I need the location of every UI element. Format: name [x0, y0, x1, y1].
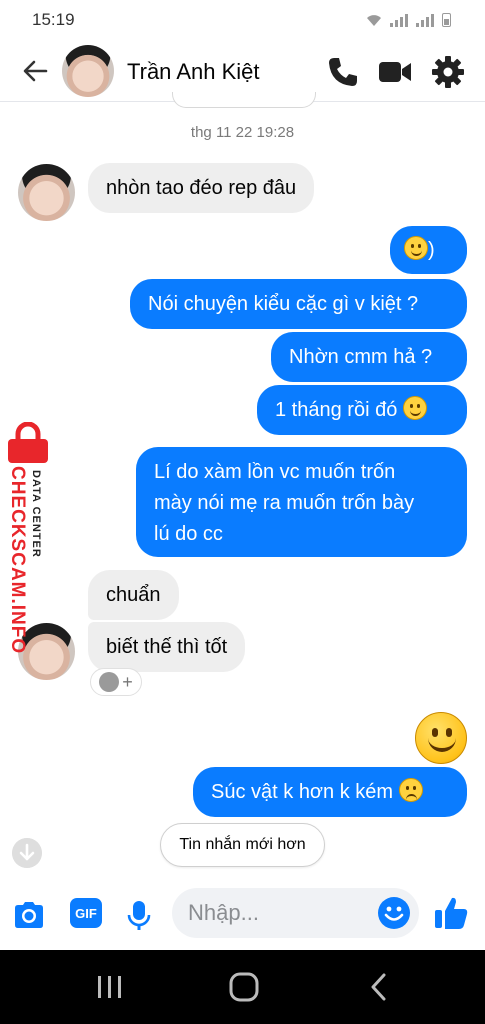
message-line: mày nói mẹ ra muốn trốn bày	[154, 492, 415, 514]
newer-messages-button[interactable]: Tin nhắn mới hơn	[160, 823, 325, 867]
microphone-icon[interactable]	[122, 898, 156, 932]
status-time: 15:19	[32, 10, 75, 29]
thumbs-up-icon[interactable]	[433, 894, 469, 932]
message-text: chuẩn	[106, 584, 161, 606]
emoji-eye	[446, 728, 452, 737]
message-line: lú do cc	[154, 523, 223, 545]
reaction-plus: +	[122, 671, 133, 692]
message-bubble-sent[interactable]: Nói chuyện kiểu cặc gì v kiệt ?	[130, 279, 467, 329]
message-text: Súc vật k hơn k kém	[211, 781, 394, 803]
message-text: biết thế thì tốt	[106, 636, 228, 658]
previous-pill-fragment	[172, 92, 316, 108]
battery-icon	[442, 13, 451, 27]
message-bubble-sent[interactable]: Lí do xàm lồn vc muốn trốn mày nói mẹ ra…	[136, 447, 467, 557]
watermark-brand: CHECKSCAM.INFO	[7, 466, 28, 655]
watermark-sub: DATA CENTER	[30, 470, 42, 558]
emoji-eye	[432, 728, 438, 737]
disappointed-emoji-icon	[398, 778, 423, 802]
message-text: Nói chuyện kiểu cặc gì v kiệt ?	[148, 293, 419, 315]
contact-name[interactable]: Trần Anh Kiệt	[127, 59, 259, 85]
message-bubble-sent[interactable]: 1 tháng rồi đó	[257, 385, 467, 435]
emoji-picker-icon[interactable]	[377, 896, 411, 930]
reaction-face-icon	[99, 672, 120, 692]
back-arrow-icon[interactable]	[20, 56, 50, 86]
signal-icon	[390, 13, 408, 27]
phone-icon[interactable]	[326, 55, 360, 89]
smile-emoji-icon	[402, 396, 427, 420]
scroll-down-icon[interactable]	[12, 838, 42, 868]
recent-apps-icon[interactable]	[90, 970, 130, 1004]
message-input[interactable]	[188, 896, 368, 930]
message-line: Lí do xàm lồn vc muốn trốn	[154, 461, 396, 483]
message-text: )	[428, 239, 435, 261]
video-camera-icon[interactable]	[378, 55, 412, 89]
nav-back-icon[interactable]	[360, 970, 400, 1004]
message-bubble-received[interactable]: nhòn tao đéo rep đâu	[88, 163, 315, 213]
home-icon[interactable]	[224, 970, 264, 1004]
camera-icon[interactable]	[12, 898, 46, 932]
gif-button[interactable]: GIF	[70, 898, 102, 928]
message-bubble-sent[interactable]: )	[390, 226, 467, 274]
status-icons	[366, 13, 451, 27]
message-text: nhòn tao đéo rep đâu	[106, 177, 297, 199]
watermark: CHECKSCAM.INFO DATA CENTER	[2, 422, 52, 662]
status-bar: 15:19	[0, 0, 485, 40]
composer: GIF	[0, 878, 485, 950]
emoji-mouth	[428, 737, 456, 752]
chat-timestamp: thg 11 22 19:28	[190, 124, 295, 141]
message-bubble-received[interactable]: biết thế thì tốt	[88, 622, 246, 672]
lock-icon	[8, 422, 48, 463]
big-smile-emoji-icon[interactable]	[415, 712, 467, 764]
signal-icon-2	[416, 13, 434, 27]
message-input-container	[172, 888, 419, 938]
contact-avatar[interactable]	[62, 45, 114, 97]
message-text: 1 tháng rồi đó	[275, 399, 398, 421]
system-nav-bar	[0, 950, 485, 1024]
smile-emoji-icon	[404, 236, 428, 260]
message-bubble-sent[interactable]: Nhờn cmm hả ?	[271, 332, 467, 382]
message-bubble-sent[interactable]: Súc vật k hơn k kém	[193, 767, 467, 817]
message-bubble-received[interactable]: chuẩn	[88, 570, 179, 620]
contact-avatar-small[interactable]	[18, 164, 75, 221]
wifi-icon	[367, 14, 381, 26]
add-reaction-button[interactable]: +	[90, 668, 142, 696]
gear-icon[interactable]	[431, 55, 465, 89]
message-text: Nhờn cmm hả ?	[289, 346, 433, 368]
